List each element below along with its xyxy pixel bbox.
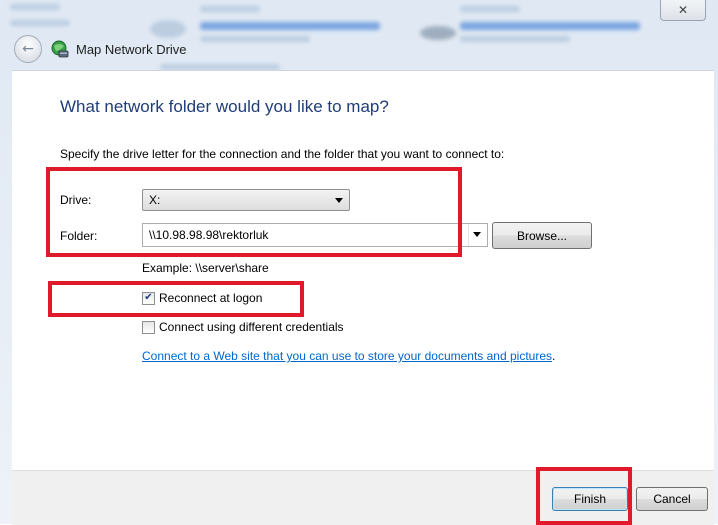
credentials-checkbox[interactable] xyxy=(142,320,155,334)
credentials-option[interactable]: Connect using different credentials xyxy=(142,320,344,334)
reconnect-highlight xyxy=(48,281,304,317)
title-bar: ← Map Network Drive xyxy=(14,34,187,64)
finish-highlight xyxy=(536,467,632,525)
close-icon: ✕ xyxy=(677,3,689,17)
web-site-link[interactable]: Connect to a Web site that you can use t… xyxy=(142,349,555,363)
drive-folder-highlight xyxy=(46,167,462,257)
close-button[interactable]: ✕ xyxy=(660,0,706,21)
wizard-footer: Finish Cancel xyxy=(12,467,714,525)
instruction-text: Specify the drive letter for the connect… xyxy=(60,147,505,161)
cancel-button[interactable]: Cancel xyxy=(636,487,708,511)
network-drive-icon xyxy=(50,39,70,59)
window-title: Map Network Drive xyxy=(76,41,187,57)
credentials-label: Connect using different credentials xyxy=(159,320,344,334)
browse-button[interactable]: Browse... xyxy=(492,222,592,249)
example-text: Example: \\server\share xyxy=(142,261,269,275)
link-suffix: . xyxy=(552,349,556,363)
web-site-link-text[interactable]: Connect to a Web site that you can use t… xyxy=(142,349,552,363)
window-frame: ✕ ← Map Network Drive What network folde… xyxy=(0,0,718,525)
back-arrow-icon: ← xyxy=(22,41,34,57)
chevron-down-icon[interactable] xyxy=(473,232,481,237)
wizard-content: What network folder would you like to ma… xyxy=(12,70,714,523)
page-title: What network folder would you like to ma… xyxy=(60,97,389,116)
back-button[interactable]: ← xyxy=(14,35,42,63)
